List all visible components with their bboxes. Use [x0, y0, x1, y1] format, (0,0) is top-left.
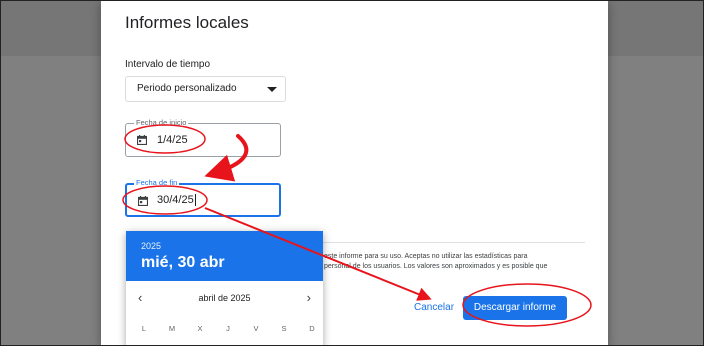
screen-frame: Informes locales Intervalo de tiempo Per… — [0, 0, 704, 346]
end-date-field[interactable]: Fecha de fin 30/4/25 — [125, 178, 281, 217]
end-date-label: Fecha de fin — [134, 178, 180, 187]
weekday-label: L — [141, 324, 147, 333]
start-date-field[interactable]: Fecha de inicio 1/4/25 — [125, 118, 281, 157]
start-date-value: 1/4/25 — [157, 134, 188, 146]
divider — [299, 242, 585, 243]
picker-selected-date: mié, 30 abr — [141, 254, 225, 271]
picker-month-label: abril de 2025 — [198, 293, 251, 303]
interval-select-value: Periodo personalizado — [137, 83, 237, 94]
caret-down-icon — [267, 87, 277, 92]
calendar-icon[interactable] — [138, 196, 148, 206]
weekday-label: D — [309, 324, 315, 333]
date-picker-header: 2025 mié, 30 abr — [126, 231, 323, 281]
disclaimer-text: este informe para su uso. Aceptas no uti… — [324, 253, 548, 270]
download-report-button[interactable]: Descargar informe — [463, 296, 567, 320]
interval-label: Intervalo de tiempo — [125, 59, 211, 70]
cancel-button[interactable]: Cancelar — [414, 302, 454, 313]
date-picker-popup: 2025 mié, 30 abr ‹ abril de 2025 › L M X… — [126, 231, 323, 345]
end-date-value: 30/4/25 — [157, 194, 196, 207]
weekday-label: M — [168, 324, 176, 333]
dialog-title: Informes locales — [125, 13, 249, 32]
weekday-label: S — [281, 324, 287, 333]
interval-select[interactable]: Periodo personalizado — [125, 76, 286, 102]
weekday-label: J — [226, 324, 230, 333]
picker-year[interactable]: 2025 — [141, 241, 161, 251]
calendar-icon[interactable] — [137, 135, 147, 145]
weekday-header: L M X J V S D — [137, 324, 319, 333]
weekday-label: X — [197, 324, 203, 333]
chevron-right-icon[interactable]: › — [307, 290, 311, 305]
weekday-label: V — [253, 324, 259, 333]
start-date-label: Fecha de inicio — [134, 118, 189, 127]
